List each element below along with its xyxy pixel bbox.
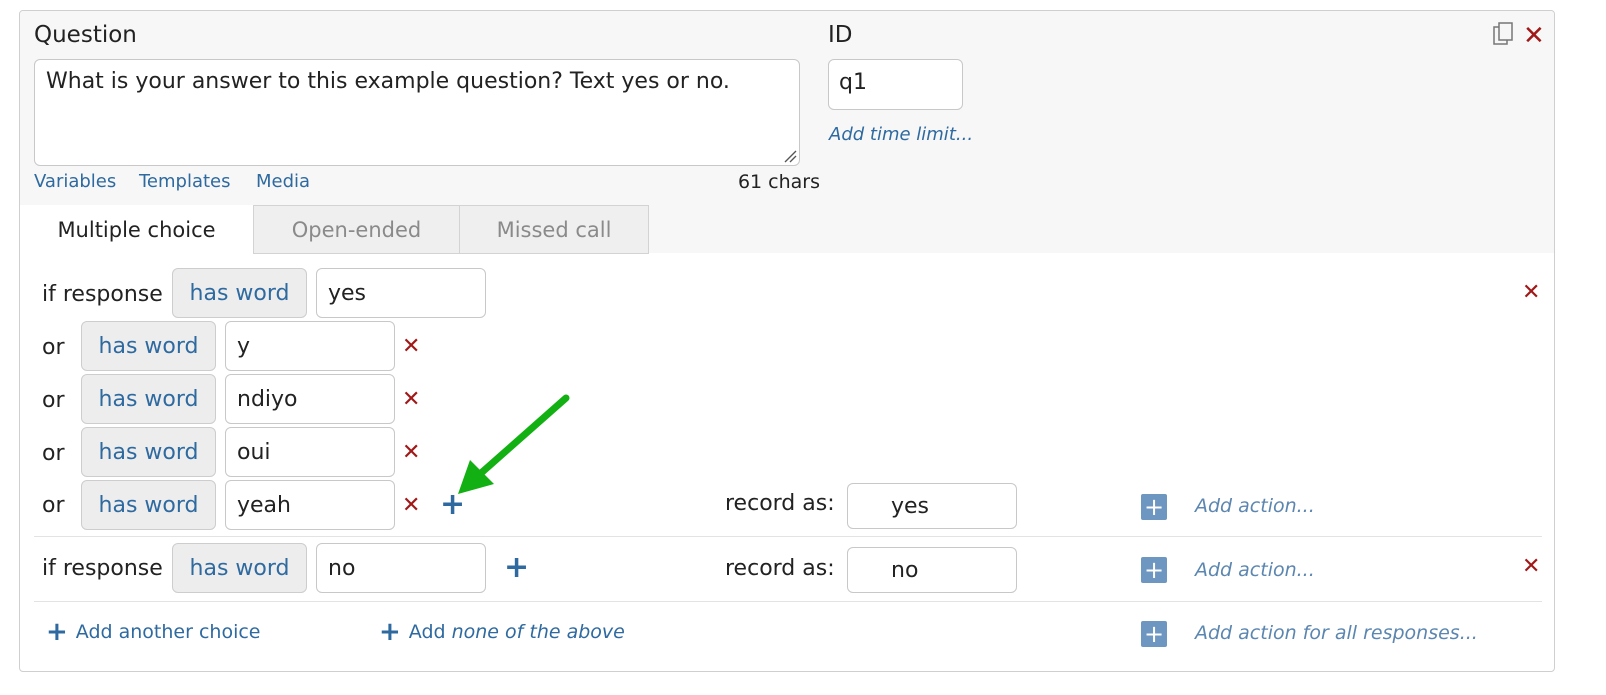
variables-link[interactable]: Variables	[34, 171, 116, 192]
word-value: no	[328, 555, 356, 581]
delete-word-icon[interactable]: ✕	[402, 495, 420, 517]
record-as-label: record as:	[725, 556, 835, 581]
word-value: yeah	[237, 492, 291, 518]
add-action-plus-icon[interactable]: +	[1141, 557, 1167, 583]
record-as-input[interactable]: yes	[847, 483, 1017, 529]
condition-select[interactable]: has word	[81, 480, 216, 530]
question-text: What is your answer to this example ques…	[46, 69, 730, 94]
condition-label: has word	[98, 439, 199, 465]
word-input[interactable]: no	[316, 543, 486, 593]
delete-word-icon[interactable]: ✕	[402, 442, 420, 464]
condition-label: has word	[189, 555, 290, 581]
delete-word-icon[interactable]: ✕	[402, 336, 420, 358]
condition-select[interactable]: has word	[81, 427, 216, 477]
add-none-of-the-above-link[interactable]: + Add none of the above	[379, 619, 625, 645]
tab-label: Missed call	[496, 217, 612, 242]
condition-select[interactable]: has word	[172, 268, 307, 318]
question-card: Question What is your answer to this exa…	[19, 10, 1555, 672]
add-action-link[interactable]: Add action...	[1195, 559, 1315, 581]
add-none-italic: none of the above	[451, 621, 625, 643]
media-link[interactable]: Media	[256, 171, 310, 192]
delete-choice-icon[interactable]: ✕	[1522, 556, 1540, 578]
tab-open-ended[interactable]: Open-ended	[253, 205, 460, 254]
record-as-value: yes	[891, 493, 930, 519]
if-response-label: if response	[42, 282, 163, 307]
divider	[34, 536, 1542, 537]
record-as-input[interactable]: no	[847, 547, 1017, 593]
word-input[interactable]: yeah	[225, 480, 395, 530]
add-time-limit-link[interactable]: Add time limit...	[829, 124, 973, 145]
delete-choice-icon[interactable]: ✕	[1522, 282, 1540, 304]
if-response-label: if response	[42, 556, 163, 581]
question-label: Question	[34, 22, 137, 48]
condition-label: has word	[98, 492, 199, 518]
record-as-label: record as:	[725, 491, 835, 516]
condition-label: has word	[98, 386, 199, 412]
add-choice-label: Add another choice	[75, 621, 261, 643]
add-action-link[interactable]: Add action...	[1195, 495, 1315, 517]
add-action-all-plus-icon[interactable]: +	[1141, 621, 1167, 647]
condition-label: has word	[189, 280, 290, 306]
add-action-plus-icon[interactable]: +	[1141, 494, 1167, 520]
condition-select[interactable]: has word	[81, 321, 216, 371]
or-label: or	[42, 388, 65, 413]
word-input[interactable]: oui	[225, 427, 395, 477]
record-as-value: no	[891, 557, 919, 583]
plus-icon: +	[46, 617, 68, 647]
tab-missed-call[interactable]: Missed call	[459, 205, 649, 254]
condition-select[interactable]: has word	[81, 374, 216, 424]
divider	[34, 601, 1542, 602]
word-value: yes	[328, 280, 367, 306]
tab-label: Multiple choice	[57, 217, 216, 242]
add-none-prefix: Add	[408, 621, 446, 643]
or-label: or	[42, 493, 65, 518]
word-input[interactable]: y	[225, 321, 395, 371]
copy-icon[interactable]	[1493, 22, 1515, 46]
delete-question-icon[interactable]: ✕	[1523, 23, 1545, 49]
question-header-panel: Question What is your answer to this exa…	[20, 11, 1554, 254]
templates-link[interactable]: Templates	[139, 171, 231, 192]
tab-label: Open-ended	[291, 217, 422, 242]
or-label: or	[42, 335, 65, 360]
delete-word-icon[interactable]: ✕	[402, 389, 420, 411]
add-word-plus-icon[interactable]: +	[440, 490, 465, 520]
word-value: y	[237, 333, 251, 359]
condition-select[interactable]: has word	[172, 543, 307, 593]
id-value: q1	[839, 70, 867, 95]
resize-grip-icon[interactable]	[783, 149, 797, 163]
word-input[interactable]: ndiyo	[225, 374, 395, 424]
word-input[interactable]: yes	[316, 268, 486, 318]
char-count: 61 chars	[737, 171, 820, 193]
add-word-plus-icon[interactable]: +	[504, 553, 529, 583]
plus-icon: +	[379, 617, 401, 647]
question-textarea[interactable]: What is your answer to this example ques…	[34, 59, 800, 166]
condition-label: has word	[98, 333, 199, 359]
add-action-all-link[interactable]: Add action for all responses...	[1195, 622, 1478, 644]
tab-multiple-choice[interactable]: Multiple choice	[20, 205, 253, 254]
word-value: oui	[237, 439, 271, 465]
id-input[interactable]: q1	[828, 59, 963, 110]
add-another-choice-link[interactable]: + Add another choice	[46, 619, 261, 645]
word-value: ndiyo	[237, 386, 298, 412]
or-label: or	[42, 441, 65, 466]
id-label: ID	[828, 22, 853, 48]
